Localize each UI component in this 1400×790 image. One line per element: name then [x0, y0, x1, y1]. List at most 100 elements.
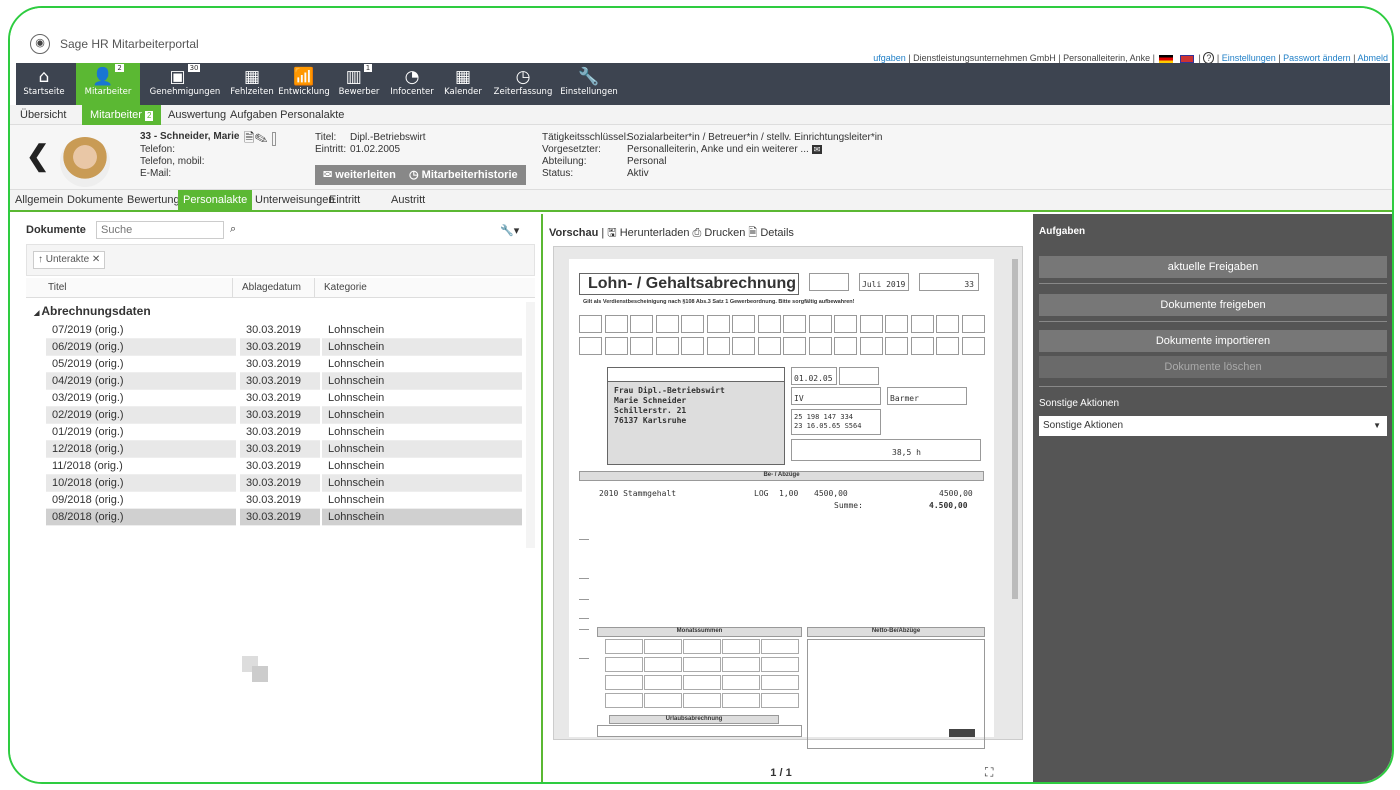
- nav-genehmigungen[interactable]: ▣ 30 Genehmigungen: [144, 63, 226, 105]
- line-text: Stammgehalt: [623, 489, 677, 498]
- tab-allgemein[interactable]: Allgemein: [10, 190, 68, 210]
- monthly-cell: [683, 639, 721, 654]
- blank-doc-icon[interactable]: ▯: [268, 130, 281, 145]
- tasks-link[interactable]: ufgaben: [873, 53, 906, 63]
- table-row[interactable]: 09/2018 (orig.) 30.03.2019 Lohnschein: [26, 492, 535, 509]
- cell-date: 30.03.2019: [246, 392, 302, 404]
- dept-value: Personal: [627, 156, 667, 167]
- nav-mitarbeiter[interactable]: 👤 2 Mitarbeiter: [76, 63, 140, 105]
- tab-bewertung[interactable]: Bewertung: [122, 190, 185, 210]
- nav-fehlzeiten[interactable]: ▦ Fehlzeiten: [230, 63, 274, 105]
- cell-title: 10/2018 (orig.): [52, 477, 124, 489]
- other-actions-label: Sonstige Aktionen: [1039, 398, 1120, 409]
- release-documents-button[interactable]: Dokumente freigeben: [1039, 294, 1387, 316]
- change-password-link[interactable]: Passwort ändern: [1283, 53, 1351, 63]
- back-chevron-icon[interactable]: ❮: [26, 139, 49, 172]
- search-icon[interactable]: ⌕: [230, 223, 236, 236]
- group-abrechnungsdaten[interactable]: ◢ Abrechnungsdaten: [26, 302, 151, 320]
- search-input[interactable]: [96, 221, 224, 239]
- print-button[interactable]: ⎙ Drucken: [693, 227, 746, 239]
- wrench-menu-icon[interactable]: 🔧▾: [500, 224, 519, 237]
- approval-icon: ▣ 30: [169, 64, 201, 87]
- uk-flag-icon[interactable]: [1180, 54, 1194, 63]
- tab-personalakte[interactable]: Personalakte: [178, 190, 253, 210]
- forward-button[interactable]: ✉ weiterleiten: [315, 165, 404, 185]
- pdf-viewer[interactable]: Lohn- / Gehaltsabrechnung Juli 2019 33 G…: [553, 246, 1023, 749]
- edit-icon[interactable]: ✎: [254, 130, 267, 145]
- table-row[interactable]: 02/2019 (orig.) 30.03.2019 Lohnschein: [26, 407, 535, 424]
- table-row[interactable]: 03/2019 (orig.) 30.03.2019 Lohnschein: [26, 390, 535, 407]
- subnav-label: Mitarbeiter: [90, 109, 142, 121]
- history-button[interactable]: ◷ Mitarbeiterhistorie: [401, 165, 526, 185]
- column-header-kategorie[interactable]: Kategorie: [324, 278, 367, 298]
- title-label: Titel:: [315, 132, 337, 143]
- doc-icon[interactable]: 🗎: [244, 130, 254, 145]
- table-row[interactable]: 08/2018 (orig.) 30.03.2019 Lohnschein: [26, 509, 535, 526]
- nav-infocenter[interactable]: ◔ Infocenter: [388, 63, 436, 105]
- calendar-icon: ▦: [243, 67, 261, 87]
- table-scrollbar[interactable]: [526, 302, 535, 548]
- person-icon: 👤 2: [92, 64, 124, 87]
- german-flag-icon[interactable]: [1159, 54, 1174, 63]
- details-button[interactable]: 🗎 Details: [748, 227, 794, 239]
- other-actions-select[interactable]: Sonstige Aktionen ▼: [1039, 416, 1387, 436]
- settings-link[interactable]: Einstellungen: [1222, 53, 1276, 63]
- mail-icon[interactable]: ✉: [811, 145, 823, 154]
- import-documents-button[interactable]: Dokumente importieren: [1039, 330, 1387, 352]
- calendar-cell: [834, 315, 857, 333]
- table-row[interactable]: 05/2019 (orig.) 30.03.2019 Lohnschein: [26, 356, 535, 373]
- tab-eintritt[interactable]: Eintritt: [324, 190, 365, 210]
- nav-startseite[interactable]: ⌂ Startseite: [16, 63, 72, 105]
- calendar-icon: ▦: [454, 67, 472, 87]
- cell-title: 06/2019 (orig.): [52, 341, 124, 353]
- tab-dokumente[interactable]: Dokumente: [62, 190, 128, 210]
- cell-date: 30.03.2019: [246, 341, 302, 353]
- monthly-cell: [683, 657, 721, 672]
- monthly-cell: [605, 675, 643, 690]
- payslip-taxclass: IV: [791, 387, 881, 405]
- monthly-cell: [644, 693, 682, 708]
- calendar-cell: [757, 315, 781, 333]
- table-row[interactable]: 07/2019 (orig.) 30.03.2019 Lohnschein: [26, 322, 535, 339]
- delete-documents-button[interactable]: Dokumente löschen: [1039, 356, 1387, 378]
- download-button[interactable]: 🖫 Herunterladen: [607, 227, 689, 239]
- calendar-cell: [757, 337, 781, 355]
- calendar-grid: [579, 315, 985, 361]
- subnav-mitarbeiter[interactable]: Mitarbeiter 2: [82, 105, 162, 125]
- current-releases-button[interactable]: aktuelle Freigaben: [1039, 256, 1387, 278]
- calendar-cell: [655, 315, 679, 333]
- avatar: [60, 137, 110, 187]
- cell-date: 30.03.2019: [246, 426, 302, 438]
- table-row[interactable]: 11/2018 (orig.) 30.03.2019 Lohnschein: [26, 458, 535, 475]
- tab-austritt[interactable]: Austritt: [386, 190, 430, 210]
- filter-chip-unterakte[interactable]: ↑ Unterakte ✕: [33, 251, 106, 269]
- table-row[interactable]: 12/2018 (orig.) 30.03.2019 Lohnschein: [26, 441, 535, 458]
- details-label: Details: [760, 227, 794, 239]
- document-icons[interactable]: 🗎✎▯: [244, 129, 281, 151]
- nav-bewerber[interactable]: ▥ 1 Bewerber: [334, 63, 384, 105]
- nav-zeiterfassung[interactable]: ◷ Zeiterfassung: [490, 63, 556, 105]
- tasks-title: Aufgaben: [1039, 226, 1086, 237]
- nav-entwicklung[interactable]: 📶 Entwicklung: [278, 63, 330, 105]
- column-header-titel[interactable]: Titel: [48, 278, 67, 298]
- preview-scrollbar[interactable]: [1010, 249, 1020, 737]
- calendar-cell: [961, 315, 985, 333]
- table-row[interactable]: 10/2018 (orig.) 30.03.2019 Lohnschein: [26, 475, 535, 492]
- logout-link[interactable]: Abmeld: [1357, 53, 1388, 63]
- table-row[interactable]: 01/2019 (orig.) 30.03.2019 Lohnschein: [26, 424, 535, 441]
- fullscreen-icon[interactable]: ⛶: [985, 765, 993, 780]
- nav-kalender[interactable]: ▦ Kalender: [438, 63, 488, 105]
- subnav-aufgaben-personalakte[interactable]: Aufgaben Personalakte: [222, 105, 352, 125]
- table-row[interactable]: 06/2019 (orig.) 30.03.2019 Lohnschein: [26, 339, 535, 356]
- monthly-cell: [605, 639, 643, 654]
- calendar-cell: [859, 337, 883, 355]
- monthly-cell: [722, 639, 760, 654]
- subnav-übersicht[interactable]: Übersicht: [12, 105, 74, 125]
- calendar-cell: [808, 337, 832, 355]
- manager-text: Personalleiterin, Anke und ein weiterer …: [627, 144, 809, 155]
- status-value: Aktiv: [627, 168, 649, 179]
- column-header-ablagedatum[interactable]: Ablagedatum: [242, 278, 301, 298]
- nav-einstellungen[interactable]: 🔧 Einstellungen: [558, 63, 620, 105]
- payslip-subtitle: Gilt als Verdienstbescheinigung nach §10…: [583, 299, 855, 305]
- table-row[interactable]: 04/2019 (orig.) 30.03.2019 Lohnschein: [26, 373, 535, 390]
